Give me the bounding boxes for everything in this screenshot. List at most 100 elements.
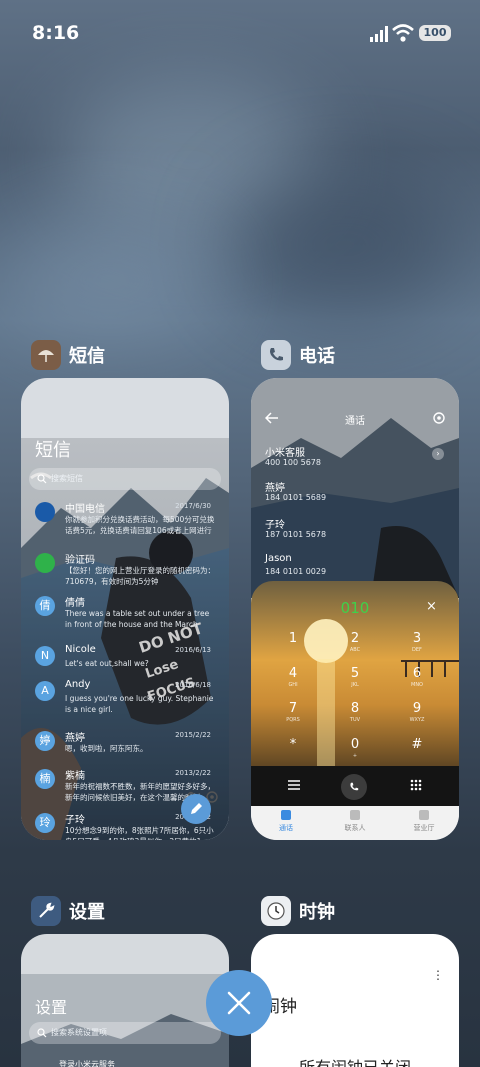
dial-key-digit: 9	[412, 701, 422, 716]
contact-name[interactable]: 燕婷	[265, 479, 285, 494]
dial-key-letters: +	[352, 753, 358, 759]
dial-key-letters: MNO	[411, 682, 423, 688]
thread-preview: 你就参加积分兑换话费活动，每500分可兑换话费5元，兑换话费请回复106或者上网…	[65, 515, 215, 535]
app-name: 设置	[69, 902, 105, 923]
background-blur	[0, 220, 220, 340]
close-icon	[227, 991, 251, 1015]
wallpaper-illustration	[21, 974, 229, 1067]
thread-preview: Let's eat out,shall we?	[65, 659, 149, 668]
dial-key[interactable]: 4 GHI	[273, 666, 313, 688]
contact-number: 184 0101 0029	[265, 567, 327, 576]
search-icon	[37, 1028, 47, 1038]
message-thread-row[interactable]: 中国电信 2017/6/30 你就参加积分兑换话费活动，每500分可兑换话费5元，兑…	[35, 500, 225, 548]
dial-key[interactable]: 5 JKL	[335, 666, 375, 688]
thread-date: 2017/6/30	[175, 502, 211, 510]
tab-contacts[interactable]: 联系人	[325, 810, 385, 833]
message-thread-row[interactable]: A Andy 2016/6/18 I guess you're one lucky g…	[35, 679, 225, 727]
dial-key[interactable]: 9 WXYZ	[397, 701, 437, 723]
clock-app-icon	[261, 896, 291, 926]
thread-date: 2015/2/22	[175, 731, 211, 739]
thread-date: 2016/6/18	[175, 681, 211, 689]
tab-label: 联系人	[344, 824, 366, 832]
recent-card-phone[interactable]: 通话 小米客服 400 100 5678 燕婷 184 0101 5689 子玲 187 …	[251, 378, 459, 840]
contact-number: 400 100 5678	[265, 458, 321, 467]
thread-date: 2013/2/22	[175, 769, 211, 777]
dial-key-letters: ABC	[349, 647, 361, 653]
messages-app-icon	[31, 340, 61, 370]
compose-icon	[191, 803, 202, 814]
contact-number: 184 0101 5689	[265, 493, 327, 502]
dial-key-digit: #	[411, 737, 423, 752]
recent-card-settings[interactable]: 设置 搜索系统设置项 登录小米云服务	[21, 934, 229, 1067]
app-header-clock[interactable]: 时钟	[261, 894, 335, 928]
thread-name: Nicole	[65, 644, 96, 655]
messages-title: 短信	[35, 440, 71, 461]
status-time: 8:16	[32, 22, 80, 44]
recent-card-clock[interactable]: ⋮ 闹钟 所有闹钟已关闭	[251, 934, 459, 1067]
clear-input-icon[interactable]: ×	[426, 599, 437, 614]
dial-key[interactable]: 6 MNO	[397, 666, 437, 688]
avatar: 楠	[35, 769, 55, 789]
phone-title: 通话	[345, 416, 365, 427]
dial-key-digit: 7	[288, 701, 298, 716]
app-name: 电话	[299, 346, 335, 367]
tab-label: 营业厅	[413, 824, 435, 832]
thread-name: 紫楠	[65, 771, 85, 782]
dial-key[interactable]: #	[397, 737, 437, 753]
contact-name[interactable]: 小米客服	[265, 444, 305, 459]
thread-name: 倩倩	[65, 598, 85, 609]
settings-item-cloud[interactable]: 登录小米云服务	[59, 1059, 115, 1067]
settings-title: 设置	[35, 998, 68, 1017]
dialpad: 010 × 1 2 ABC 3 DEF 4 GHI 5 JKL 6 MNO 7 PQRS 8 TUV 9 WXY…	[251, 581, 459, 806]
menu-icon[interactable]	[288, 780, 300, 790]
dial-key-digit: 3	[412, 631, 422, 646]
avatar: 倩	[35, 596, 55, 616]
dial-key-digit: *	[289, 737, 297, 752]
dial-key-letters: WXYZ	[409, 717, 425, 723]
dial-key-letters: GHI	[288, 682, 298, 688]
search-field[interactable]: 搜索短信	[29, 468, 221, 490]
dial-key[interactable]: 3 DEF	[397, 631, 437, 653]
more-options-icon[interactable]: ⋮	[432, 968, 444, 982]
thread-preview: 嗯，收到啦，阿东阿东。	[65, 744, 148, 753]
dial-key-letters: JKL	[351, 682, 359, 688]
dial-key-digit: 4	[288, 666, 298, 681]
message-thread-row[interactable]: 倩倩倩 There was a table set out under a tre…	[35, 594, 225, 642]
contact-name[interactable]: 子玲	[265, 516, 285, 531]
dial-key[interactable]: 1	[273, 631, 313, 647]
search-field[interactable]: 搜索系统设置项	[29, 1022, 221, 1044]
avatar	[35, 553, 55, 573]
tab-service-hall[interactable]: 营业厅	[394, 810, 454, 833]
dial-key[interactable]: 8 TUV	[335, 701, 375, 723]
app-header-settings[interactable]: 设置	[31, 894, 105, 928]
phone-call-icon	[350, 782, 359, 791]
alarms-empty-text: 所有闹钟已关闭	[251, 1054, 459, 1067]
dial-key[interactable]: *	[273, 737, 313, 753]
dial-key-digit: 0	[350, 737, 360, 752]
tab-calls[interactable]: 通话	[256, 810, 316, 833]
dial-key[interactable]: 2 ABC	[335, 631, 375, 653]
contact-name[interactable]: Jason	[265, 553, 292, 564]
gear-icon[interactable]	[432, 411, 446, 425]
compose-button[interactable]	[181, 794, 211, 824]
message-thread-row[interactable]: 验证码 【您好！您的网上营业厅登录的随机密码为：710679，有效时间为5分钟	[35, 551, 225, 599]
recent-card-messages[interactable]: DO NOT Lose FOCUS 短信 搜索短信 中国电信2017/6/30你…	[21, 378, 229, 840]
thread-name: 中国电信	[65, 504, 105, 515]
app-header-phone[interactable]: 电话	[261, 338, 335, 372]
dial-key[interactable]: 0 +	[335, 737, 375, 759]
wifi-icon	[392, 24, 414, 42]
search-placeholder: 搜索短信	[51, 474, 83, 483]
avatar: 玲	[35, 813, 55, 833]
avatar: 婷	[35, 731, 55, 751]
clear-all-button[interactable]	[206, 970, 272, 1036]
app-header-messages[interactable]: 短信	[31, 338, 105, 372]
dialpad-toggle-icon[interactable]	[410, 779, 422, 791]
cellular-signal-icon	[370, 26, 388, 42]
call-button[interactable]	[341, 774, 367, 800]
tab-label: 通话	[279, 824, 293, 832]
dial-key[interactable]: 7 PQRS	[273, 701, 313, 723]
thread-name: 子玲	[65, 815, 85, 826]
search-icon	[37, 474, 47, 484]
app-name: 短信	[69, 346, 105, 367]
chevron-right-icon[interactable]: ›	[432, 448, 444, 460]
